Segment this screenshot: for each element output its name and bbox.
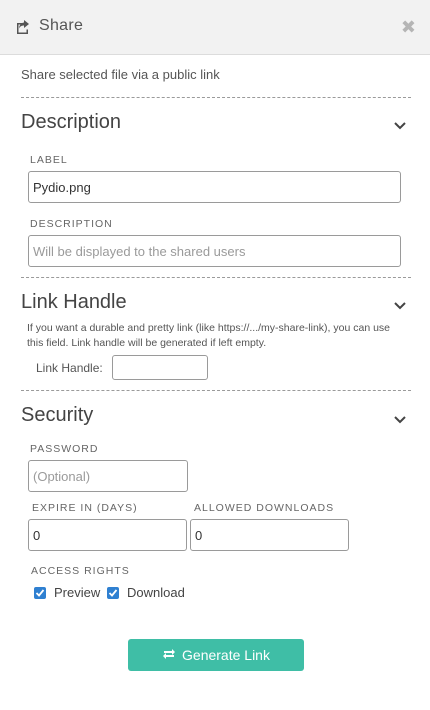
preview-label: Preview [54, 585, 101, 600]
divider [21, 390, 411, 391]
chevron-down-icon[interactable] [394, 411, 406, 424]
chevron-down-icon[interactable] [394, 297, 406, 310]
downloads-field-label: ALLOWED DOWNLOADS [194, 502, 335, 514]
share-icon [15, 19, 31, 35]
link-handle-label: Link Handle: [36, 361, 103, 375]
share-dialog: Share ✖ Share selected file via a public… [0, 0, 430, 710]
intro-text: Share selected file via a public link [21, 67, 220, 82]
divider [21, 277, 411, 278]
password-field-label: PASSWORD [30, 443, 99, 455]
chevron-down-icon[interactable] [394, 117, 406, 130]
label-input[interactable] [28, 171, 401, 203]
allowed-downloads-input[interactable] [190, 519, 349, 551]
expire-days-input[interactable] [28, 519, 187, 551]
preview-checkbox[interactable] [34, 587, 46, 599]
close-icon[interactable]: ✖ [401, 17, 416, 37]
password-input[interactable] [28, 460, 188, 492]
section-title-security: Security [21, 404, 94, 426]
refresh-icon [162, 639, 176, 671]
description-field-label: DESCRIPTION [30, 218, 113, 230]
link-handle-help: If you want a durable and pretty link (l… [27, 322, 390, 349]
link-handle-input[interactable] [112, 355, 208, 380]
generate-link-label: Generate Link [182, 647, 270, 663]
dialog-title: Share [39, 17, 84, 34]
divider [21, 97, 411, 98]
label-field-label: LABEL [30, 154, 68, 166]
description-input[interactable] [28, 235, 401, 267]
section-title-link-handle: Link Handle [21, 291, 127, 313]
generate-link-button[interactable]: Generate Link [128, 639, 304, 671]
expire-field-label: EXPIRE IN (DAYS) [32, 502, 138, 514]
download-label: Download [127, 585, 185, 600]
dialog-header: Share ✖ [0, 0, 430, 55]
access-rights-label: ACCESS RIGHTS [31, 565, 130, 577]
download-checkbox[interactable] [107, 587, 119, 599]
section-title-description: Description [21, 111, 122, 133]
